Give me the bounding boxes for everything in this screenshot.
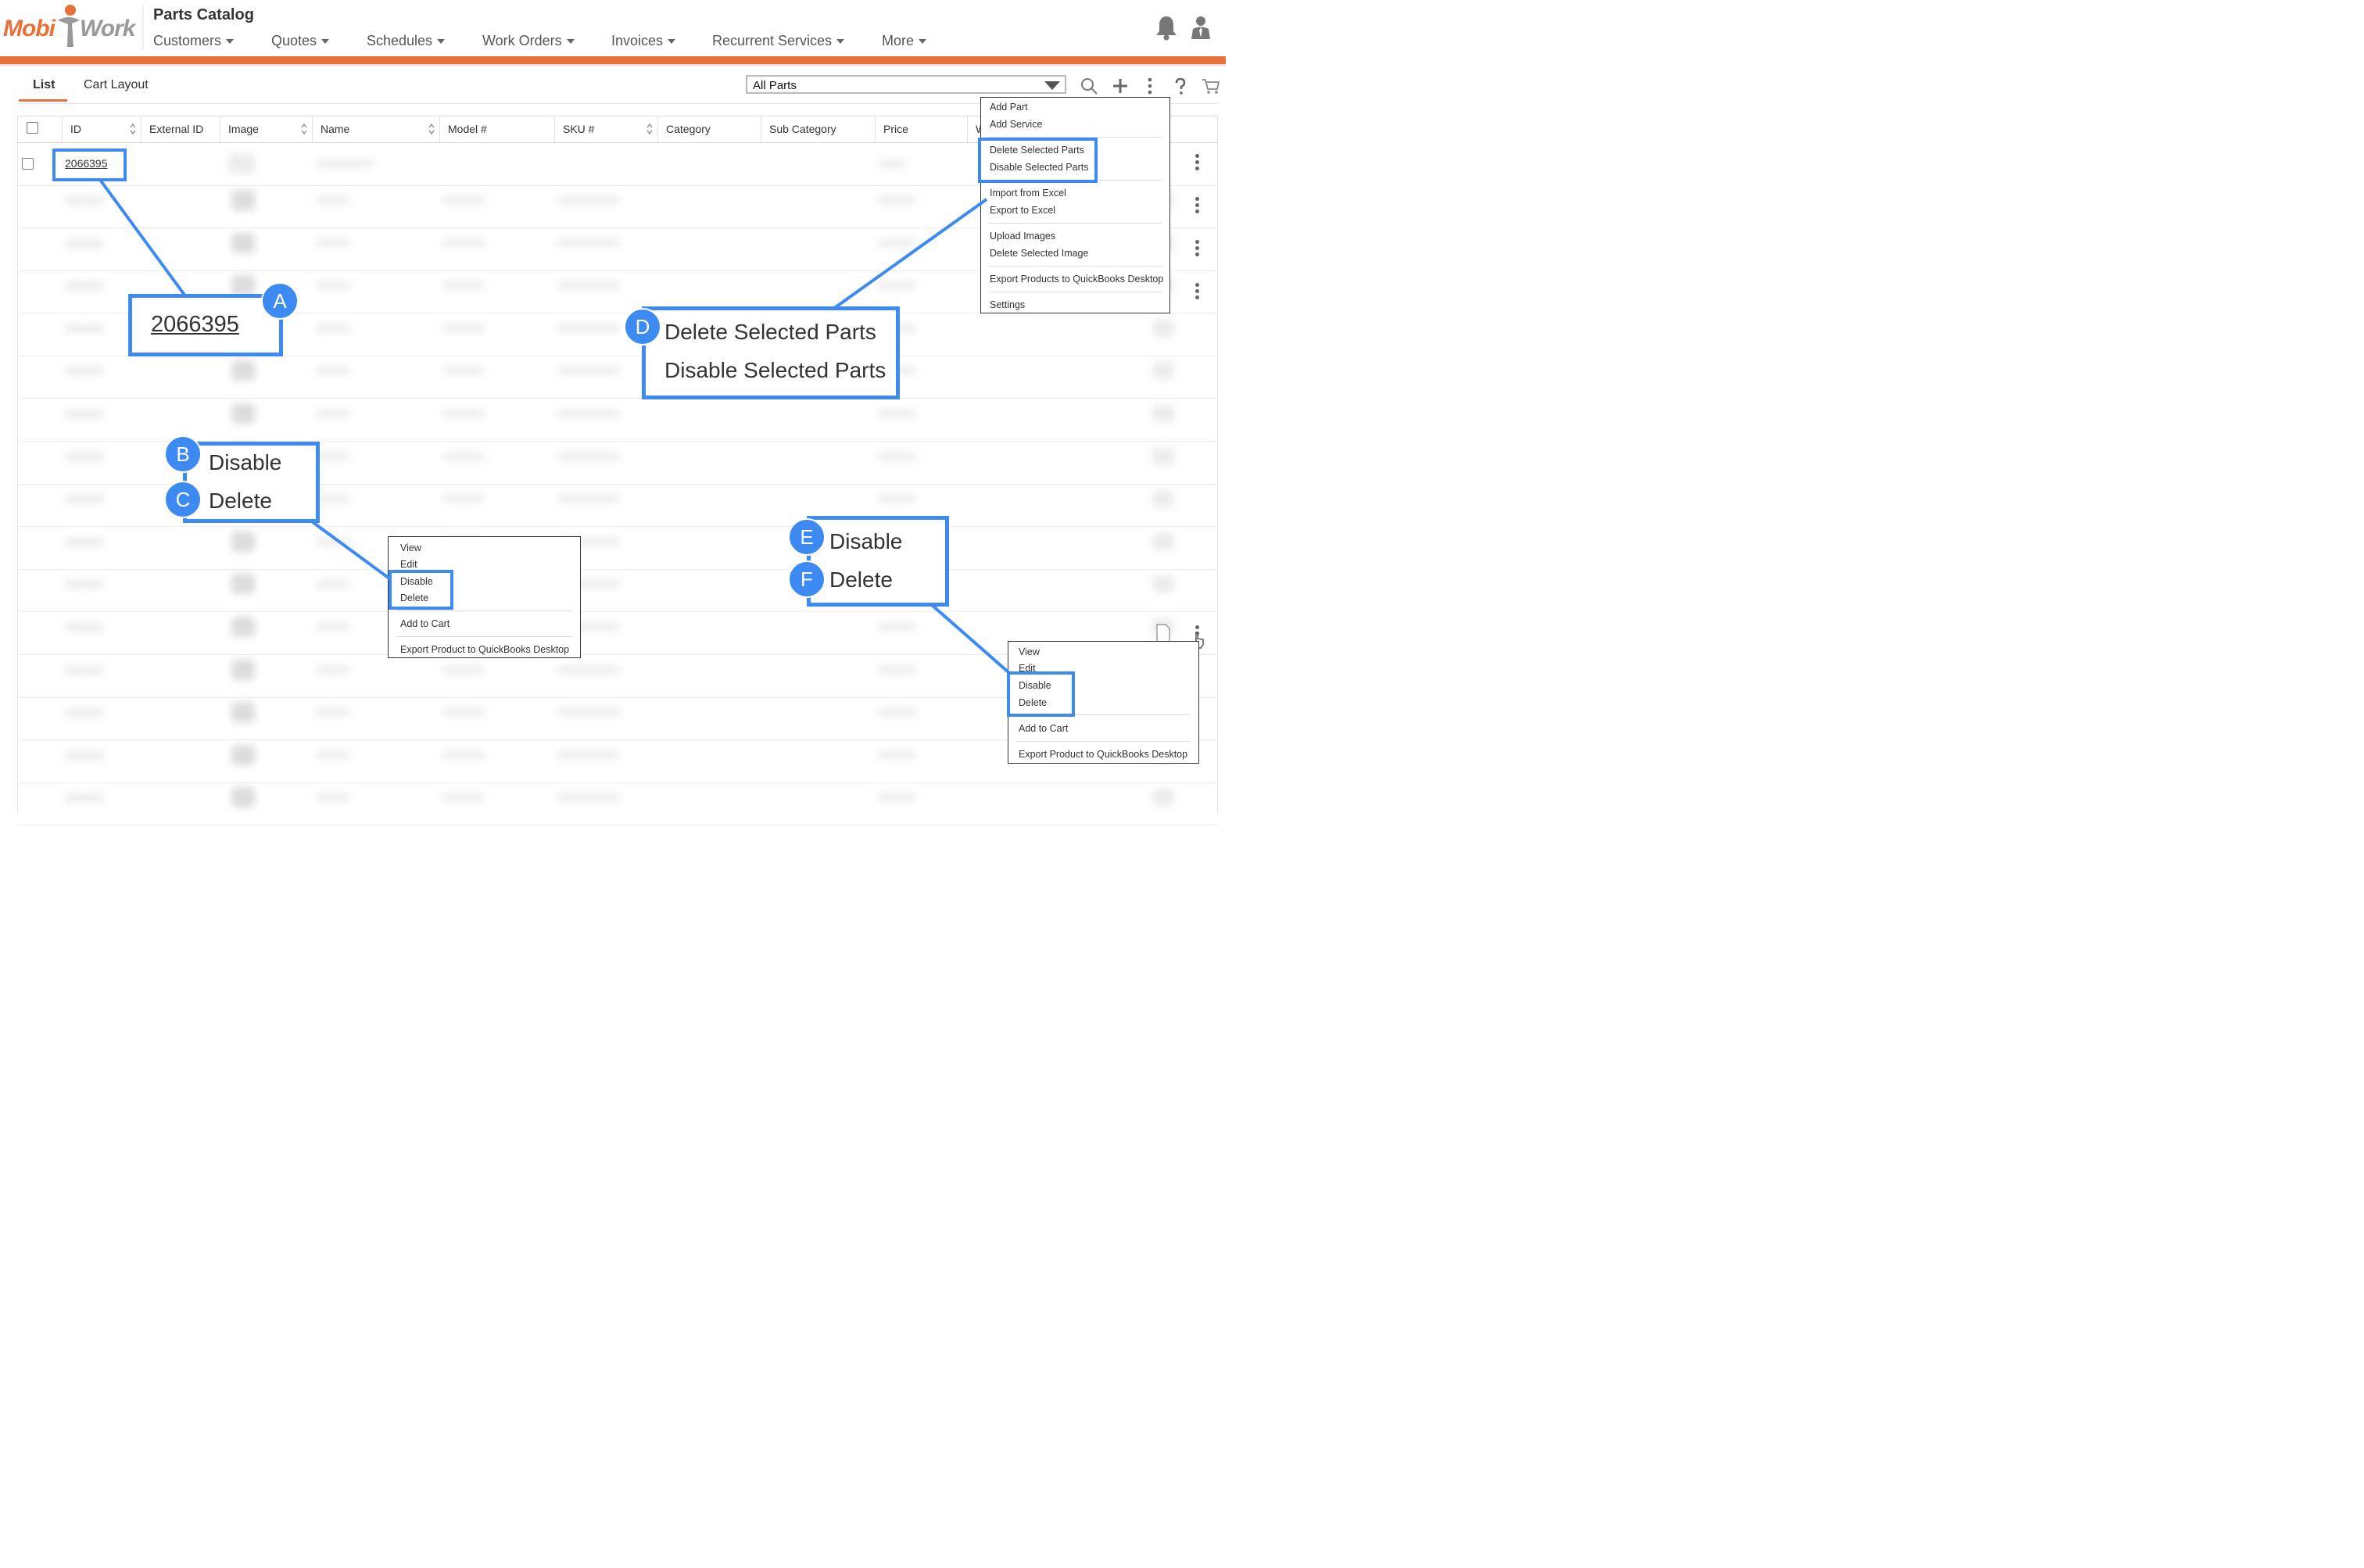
callout-d-line2: Disable Selected Parts — [664, 358, 886, 382]
badge-d: D — [624, 308, 661, 345]
callout-b-text: Disable — [209, 450, 282, 474]
callout-a: 2066395 — [128, 294, 283, 356]
callout-d-line1: Delete Selected Parts — [664, 320, 876, 344]
callout-ef: Disable Delete — [807, 516, 949, 607]
callout-a-text: 2066395 — [151, 312, 239, 337]
badge-a: A — [261, 282, 299, 320]
callout-bc: Disable Delete — [183, 442, 320, 523]
badge-f: F — [788, 560, 826, 598]
connector-bc — [311, 521, 391, 580]
badge-c: C — [164, 481, 202, 518]
connector-ef — [930, 603, 1010, 674]
callout-f-text: Delete — [829, 567, 893, 592]
callout-e-text: Disable — [829, 529, 903, 553]
badge-e: E — [788, 518, 826, 556]
connector-d — [832, 198, 988, 310]
badge-b: B — [164, 435, 202, 473]
callout-d: Delete Selected Parts Disable Selected P… — [642, 306, 900, 399]
callout-connectors — [98, 178, 1010, 674]
callout-c-text: Delete — [209, 489, 272, 513]
connector-a — [98, 178, 188, 299]
